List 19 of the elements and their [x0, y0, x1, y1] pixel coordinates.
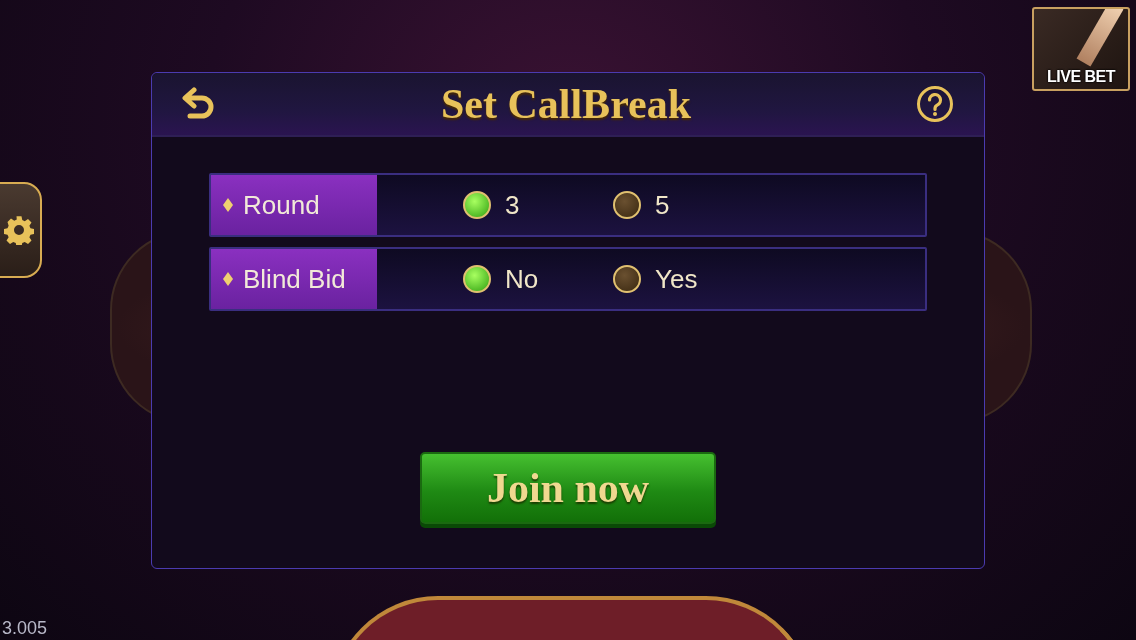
- setting-label: Blind Bid: [243, 263, 346, 295]
- radio-button[interactable]: [613, 265, 641, 293]
- back-arrow-icon: [182, 86, 216, 122]
- settings-icon: [4, 215, 34, 245]
- radio-option[interactable]: 3: [463, 189, 613, 221]
- radio-option[interactable]: No: [463, 263, 613, 295]
- settings-button[interactable]: [0, 182, 42, 278]
- help-icon: [916, 85, 954, 123]
- radio-button[interactable]: [463, 265, 491, 293]
- live-bet-button[interactable]: LIVE BET: [1032, 7, 1130, 91]
- back-button[interactable]: [182, 86, 216, 122]
- radio-button[interactable]: [613, 191, 641, 219]
- setting-label: Round: [243, 189, 320, 221]
- radio-option[interactable]: Yes: [613, 263, 763, 295]
- radio-button[interactable]: [463, 191, 491, 219]
- help-button[interactable]: [916, 85, 954, 123]
- radio-option[interactable]: 5: [613, 189, 763, 221]
- dialog-title: Set CallBreak: [440, 80, 692, 128]
- version-text: 3.005: [2, 618, 48, 639]
